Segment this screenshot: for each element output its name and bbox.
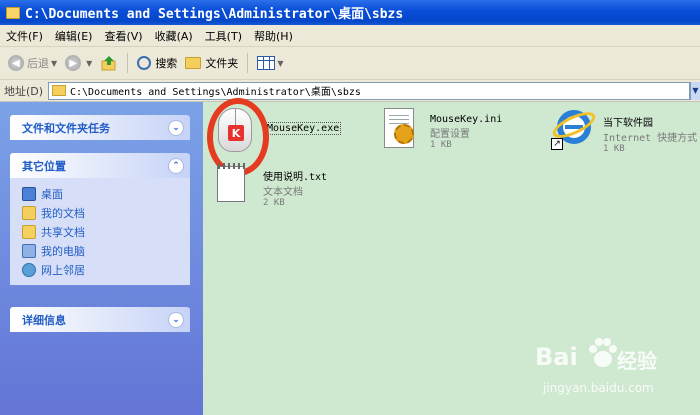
search-icon [137,56,152,70]
back-button[interactable]: ◀ 后退 ▼ [4,51,61,75]
chevron-down-icon: ▼ [51,58,58,68]
place-network[interactable]: 网上邻居 [22,260,190,279]
folder-icon [6,6,20,19]
baidu-paw-icon [589,338,617,367]
places-panel-title: 其它位置 [22,159,66,173]
shortcut-arrow-icon: ↗ [551,138,563,150]
tasks-panel: 文件和文件夹任务 ⌄ [10,115,190,140]
address-label: 地址(D) [4,84,44,98]
file-name: MouseKey.exe [265,122,342,135]
details-panel-header[interactable]: 详细信息 ⌄ [10,307,190,332]
address-bar: 地址(D) C:\Documents and Settings\Administ… [0,80,700,102]
folder-icon [52,85,66,96]
toolbar: ◀ 后退 ▼ ▶ ▼ 搜索 文件夹 ▼ [0,47,700,80]
folders-button[interactable]: 文件夹 [181,51,242,75]
file-name: MouseKey.ini [430,114,503,125]
views-button[interactable]: ▼ [253,51,287,75]
file-item-mousekey-ini[interactable]: MouseKey.ini 配置设置 1 KB [378,106,502,152]
place-label: 共享文档 [41,225,85,239]
place-label: 网上邻居 [41,263,85,277]
file-name: 使用说明.txt [263,172,328,183]
up-folder-icon [100,54,118,72]
place-my-computer[interactable]: 我的电脑 [22,241,190,260]
file-type: Internet 快捷方式 [603,133,698,144]
chevron-down-icon[interactable]: ⌄ [168,119,184,136]
back-label: 后退 [27,57,49,70]
gear-icon [394,124,414,144]
places-panel: 其它位置 ⌃ 桌面 我的文档 共享文档 我的电脑 网上邻居 [10,153,190,285]
menu-bar: 文件(F) 编辑(E) 查看(V) 收藏(A) 工具(T) 帮助(H) [0,25,700,47]
tasks-panel-title: 文件和文件夹任务 [22,121,110,135]
watermark-brand-left: Bai [535,343,578,371]
file-name: 当下软件园 [603,118,653,129]
address-dropdown-button[interactable]: ▼ [690,81,700,100]
desktop-icon [22,186,36,201]
folders-label: 文件夹 [205,57,239,70]
file-icon-wrapper: ↗ [549,106,599,152]
file-size: 2 KB [263,198,285,208]
baidu-watermark: Bai 经验 jingyan.baidu.com [535,335,695,405]
file-icon-wrapper: K [207,98,269,176]
title-bar[interactable]: C:\Documents and Settings\Administrator\… [0,0,700,25]
menu-help[interactable]: 帮助(H) [248,28,299,44]
up-folder-button[interactable] [96,51,122,75]
file-type: 文本文档 [263,187,303,198]
place-desktop[interactable]: 桌面 [22,184,190,203]
details-panel-title: 详细信息 [22,313,66,327]
my-documents-icon [22,205,36,220]
watermark-url: jingyan.baidu.com [543,381,654,395]
file-item-readme-txt[interactable]: 使用说明.txt 文本文档 2 KB [211,160,327,208]
my-computer-icon [22,243,36,258]
place-shared-documents[interactable]: 共享文档 [22,222,190,241]
window-title: C:\Documents and Settings\Administrator\… [25,7,404,22]
menu-edit[interactable]: 编辑(E) [49,28,99,44]
chevron-down-icon: ▼ [86,58,93,68]
toolbar-separator [127,53,129,73]
address-value: C:\Documents and Settings\Administrator\… [70,87,361,98]
back-arrow-icon: ◀ [8,55,24,71]
place-label: 我的电脑 [41,244,85,258]
file-size: 1 KB [603,144,625,154]
forward-button[interactable]: ▶ ▼ [61,51,96,75]
menu-favorites[interactable]: 收藏(A) [149,28,199,44]
file-item-dangxia-shortcut[interactable]: ↗ 当下软件园 Internet 快捷方式 1 KB [549,106,698,154]
folder-icon [185,57,202,69]
place-label: 我的文档 [41,206,85,220]
file-item-mousekey-exe[interactable]: K MouseKey.exe [207,98,342,176]
watermark-brand-right: 经验 [617,349,657,373]
task-pane: 文件和文件夹任务 ⌄ 其它位置 ⌃ 桌面 我的文档 共享文档 我的电脑 网上邻居… [0,102,203,415]
text-file-icon [217,163,246,202]
search-label: 搜索 [155,57,178,70]
place-my-documents[interactable]: 我的文档 [22,203,190,222]
shared-documents-icon [22,224,36,239]
menu-file[interactable]: 文件(F) [0,28,49,44]
chevron-down-icon[interactable]: ⌄ [168,311,184,328]
chevron-down-icon: ▼ [277,58,284,68]
places-panel-header[interactable]: 其它位置 ⌃ [10,153,190,178]
address-input[interactable]: C:\Documents and Settings\Administrator\… [48,81,690,100]
file-type: 配置设置 [430,129,470,140]
file-icon-wrapper [211,160,257,206]
menu-tools[interactable]: 工具(T) [199,28,248,44]
tasks-panel-header[interactable]: 文件和文件夹任务 ⌄ [10,115,190,140]
file-icon-wrapper [378,106,424,152]
views-icon [257,56,276,70]
chevron-down-icon: ▼ [692,86,699,95]
places-list: 桌面 我的文档 共享文档 我的电脑 网上邻居 [10,178,190,285]
details-panel: 详细信息 ⌄ [10,307,190,332]
search-button[interactable]: 搜索 [133,51,181,75]
forward-arrow-icon: ▶ [65,55,82,71]
toolbar-separator [247,53,249,73]
place-label: 桌面 [41,187,63,201]
menu-view[interactable]: 查看(V) [98,28,148,44]
network-places-icon [22,262,36,277]
file-size: 1 KB [430,140,452,150]
chevron-up-icon[interactable]: ⌃ [168,157,184,174]
